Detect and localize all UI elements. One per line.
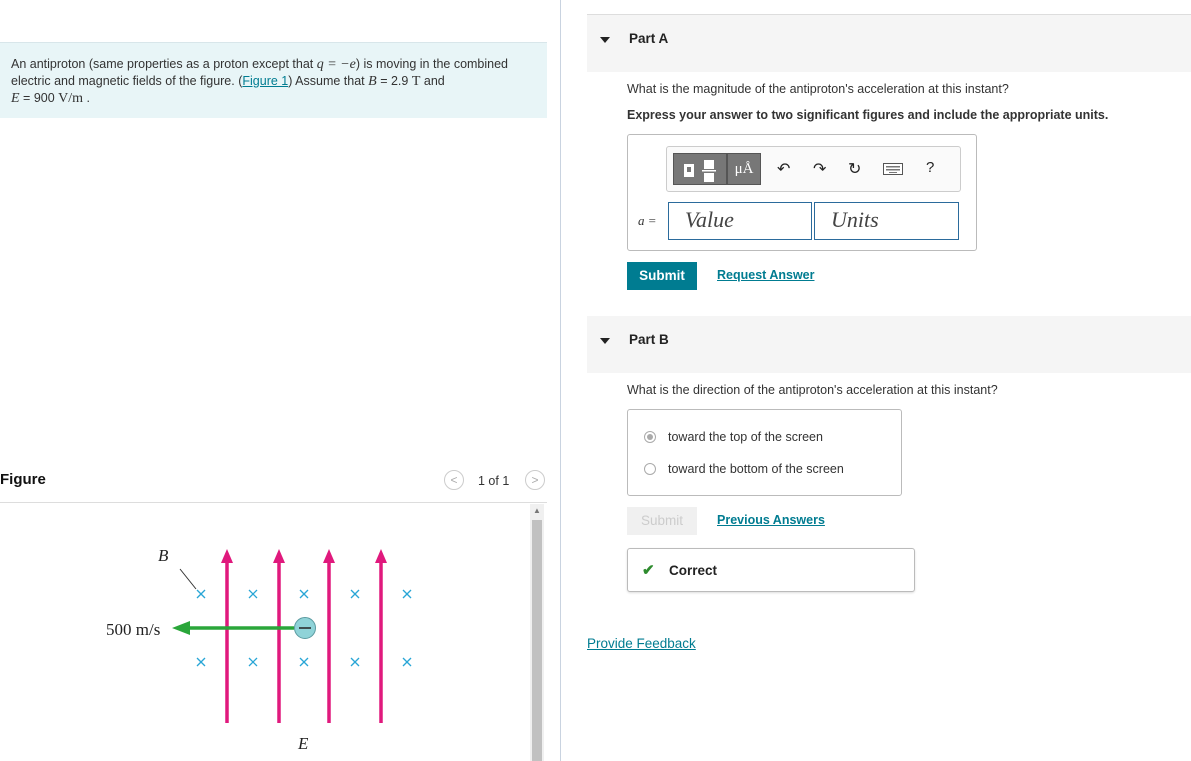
help-button[interactable]: ? — [926, 159, 934, 176]
e-unit: V/m — [58, 91, 84, 106]
figure-title: Figure — [0, 471, 46, 488]
keyboard-icon[interactable] — [883, 162, 903, 180]
units-input[interactable]: Units — [814, 202, 959, 240]
previous-answers-link[interactable]: Previous Answers — [717, 513, 825, 527]
scroll-up-icon[interactable]: ▲ — [530, 504, 544, 518]
problem-text: and — [423, 74, 445, 88]
e-field-arrowhead — [221, 549, 233, 563]
chevron-right-icon: > — [531, 473, 539, 487]
b-into-page-marker — [196, 657, 206, 667]
b-label-leader — [179, 568, 197, 590]
math-toolbar: μÅ ↶ ↷ ↻ ? — [666, 146, 961, 192]
part-a-question: What is the magnitude of the antiproton'… — [627, 82, 1009, 96]
b-value: = 2.9 — [380, 74, 409, 88]
part-b-question: What is the direction of the antiproton'… — [627, 383, 998, 397]
problem-text: . — [86, 91, 91, 105]
figure-counter: 1 of 1 — [478, 474, 510, 488]
answer-box: μÅ ↶ ↷ ↻ ? a = Value Units — [627, 134, 977, 251]
answer-label: a = — [638, 213, 657, 229]
b-into-page-marker — [299, 657, 309, 667]
checkmark-icon: ✔ — [642, 562, 655, 579]
b-into-page-marker — [196, 589, 206, 599]
e-value: = 900 — [23, 91, 55, 105]
redo-icon[interactable]: ↷ — [813, 159, 826, 179]
choice-label: toward the bottom of the screen — [668, 462, 844, 476]
b-label: B — [158, 546, 169, 565]
b-into-page-marker — [248, 657, 258, 667]
answer-variable: a = — [638, 213, 657, 228]
e-label: E — [297, 734, 309, 753]
problem-text: An antiproton (same properties as a prot… — [11, 57, 314, 71]
caret-down-icon — [600, 338, 610, 344]
b-into-page-marker — [248, 589, 258, 599]
charge-expression: q = −e — [316, 57, 356, 72]
e-field-arrowhead — [375, 549, 387, 563]
choice-label: toward the top of the screen — [668, 430, 823, 444]
problem-text: ) Assume that — [288, 74, 365, 88]
chevron-left-icon: < — [450, 473, 458, 487]
part-b-title: Part B — [629, 332, 669, 347]
correct-label: Correct — [669, 563, 718, 578]
scroll-thumb[interactable] — [532, 520, 542, 761]
caret-down-icon — [600, 37, 610, 43]
b-into-page-marker — [299, 589, 309, 599]
radio-selected[interactable] — [644, 431, 656, 443]
part-a-title: Part A — [629, 31, 669, 46]
e-field-arrowhead — [273, 549, 285, 563]
value-input[interactable]: Value — [668, 202, 812, 240]
radio-unselected[interactable] — [644, 463, 656, 475]
b-unit: T — [411, 74, 421, 89]
e-variable: E — [11, 91, 20, 106]
undo-icon[interactable]: ↶ — [777, 159, 790, 179]
figure-link[interactable]: Figure 1 — [242, 74, 288, 88]
choice-box: toward the top of the screen toward the … — [627, 409, 902, 496]
figure-prev-button[interactable]: < — [444, 470, 464, 490]
left-pane: An antiproton (same properties as a prot… — [0, 0, 560, 761]
request-answer-link[interactable]: Request Answer — [717, 268, 814, 282]
reset-icon[interactable]: ↻ — [848, 159, 861, 179]
submit-button-part-b: Submit — [627, 507, 697, 535]
figure-diagram: B 500 m/s E — [106, 546, 412, 753]
figure-scrollbar[interactable]: ▲ — [530, 504, 544, 761]
velocity-arrowhead — [172, 621, 190, 635]
submit-button-part-a[interactable]: Submit — [627, 262, 697, 290]
correct-feedback: ✔ Correct — [627, 548, 915, 592]
units-button[interactable]: μÅ — [727, 153, 761, 185]
template-button[interactable] — [673, 153, 727, 185]
b-into-page-marker — [350, 657, 360, 667]
part-a-header[interactable]: Part A — [587, 15, 1191, 72]
part-a-instruction: Express your answer to two significant f… — [627, 108, 1109, 122]
figure-next-button[interactable]: > — [525, 470, 545, 490]
b-into-page-marker — [350, 589, 360, 599]
figure-header: Figure < 1 of 1 > — [0, 470, 547, 503]
speed-label: 500 m/s — [106, 620, 160, 639]
problem-statement: An antiproton (same properties as a prot… — [0, 42, 547, 118]
e-field-arrowhead — [323, 549, 335, 563]
b-into-page-marker — [402, 657, 412, 667]
b-into-page-marker — [402, 589, 412, 599]
right-pane: Part A What is the magnitude of the anti… — [561, 0, 1191, 761]
part-b-header[interactable]: Part B — [587, 316, 1191, 373]
fraction-template-icon — [684, 160, 716, 182]
b-variable: B — [368, 74, 377, 89]
provide-feedback-link[interactable]: Provide Feedback — [587, 636, 696, 651]
